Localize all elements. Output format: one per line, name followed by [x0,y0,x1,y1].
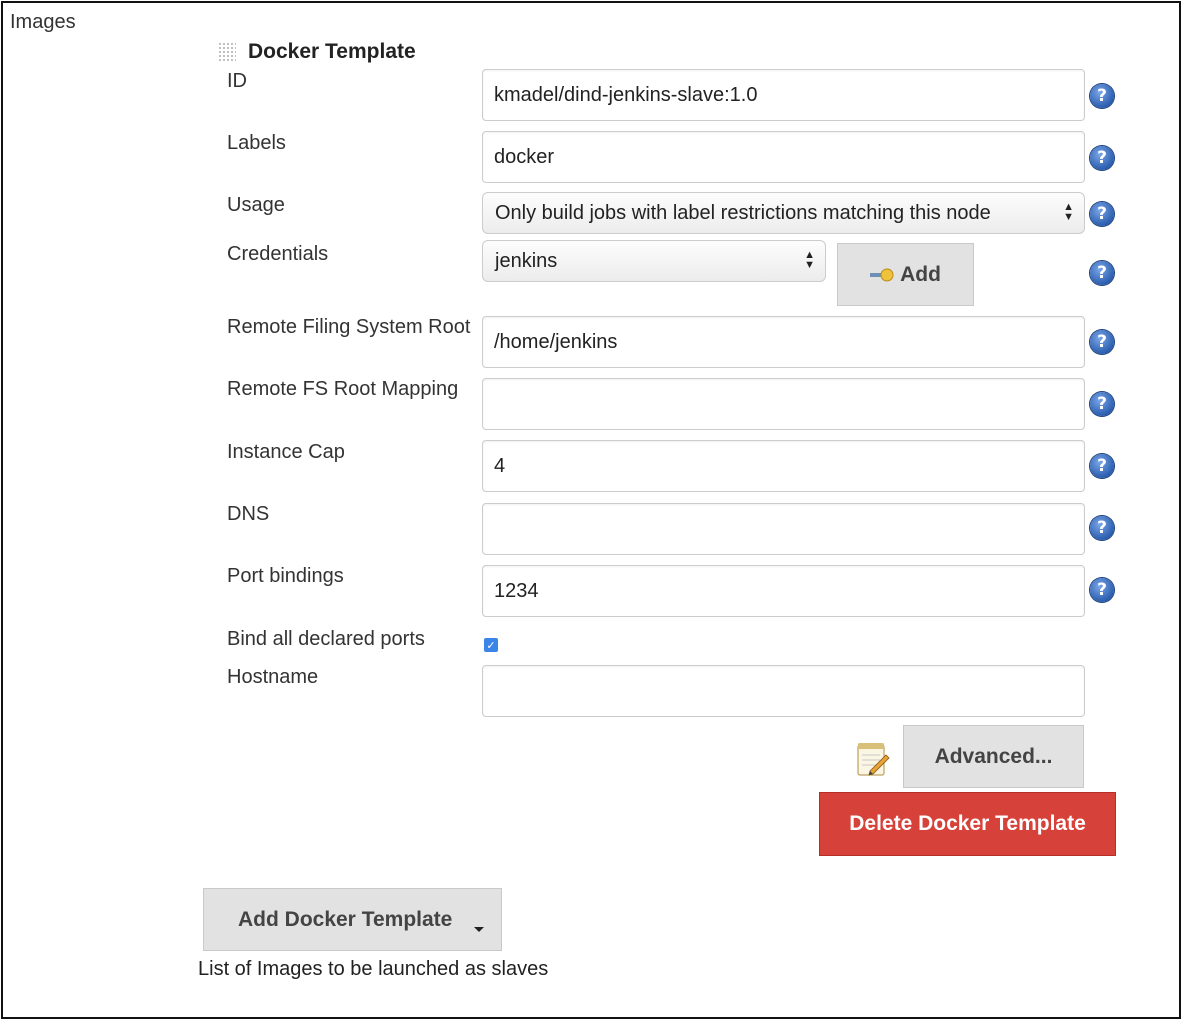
usage-select[interactable]: Only build jobs with label restrictions … [482,192,1085,234]
help-icon[interactable]: ? [1090,202,1114,226]
add-credentials-label: Add [900,262,941,286]
remote-fs-root-input[interactable]: /home/jenkins [482,316,1085,368]
remote-fs-mapping-input[interactable] [482,378,1085,430]
dns-input[interactable] [482,503,1085,555]
delete-template-button[interactable]: Delete Docker Template [819,792,1116,856]
credentials-select[interactable]: jenkins ▲ ▼ [482,240,826,282]
dns-label: DNS [227,503,270,525]
help-icon[interactable]: ? [1090,392,1114,416]
id-input[interactable]: kmadel/dind-jenkins-slave:1.0 [482,69,1085,121]
drag-handle-icon[interactable] [218,42,236,62]
instance-cap-input[interactable]: 4 [482,440,1085,492]
help-icon[interactable]: ? [1090,261,1114,285]
add-docker-template-label: Add Docker Template [238,907,453,931]
labels-label: Labels [227,132,286,154]
help-icon[interactable]: ? [1090,330,1114,354]
help-icon[interactable]: ? [1090,454,1114,478]
template-title: Docker Template [248,40,416,63]
credentials-label: Credentials [227,243,329,265]
usage-select-value: Only build jobs with label restrictions … [495,201,991,224]
bind-all-ports-checkbox[interactable]: ✓ [484,638,498,652]
instance-cap-label: Instance Cap [227,441,345,463]
port-bindings-input[interactable]: 1234 [482,565,1085,617]
port-bindings-label: Port bindings [227,565,344,587]
select-arrows-icon: ▲ ▼ [1063,201,1074,223]
images-description: List of Images to be launched as slaves [198,958,549,980]
section-title: Images [10,11,76,33]
hostname-input[interactable] [482,665,1085,717]
id-label: ID [227,70,247,92]
remote-fs-mapping-label: Remote FS Root Mapping [227,378,459,400]
help-icon[interactable]: ? [1090,84,1114,108]
advanced-button[interactable]: Advanced... [903,725,1084,788]
help-icon[interactable]: ? [1090,146,1114,170]
help-icon[interactable]: ? [1090,516,1114,540]
usage-label: Usage [227,194,285,216]
hostname-label: Hostname [227,666,319,688]
credentials-select-value: jenkins [495,249,558,272]
dropdown-caret-icon [473,916,485,940]
key-icon [870,268,894,282]
labels-input[interactable]: docker [482,131,1085,183]
select-arrows-icon: ▲ ▼ [804,249,815,271]
notepad-icon [856,741,890,777]
add-credentials-button[interactable]: Add [837,243,974,306]
remote-fs-root-label: Remote Filing System Root [227,316,471,338]
add-docker-template-button[interactable]: Add Docker Template [203,888,502,951]
bind-all-ports-label: Bind all declared ports [227,628,425,650]
help-icon[interactable]: ? [1090,578,1114,602]
